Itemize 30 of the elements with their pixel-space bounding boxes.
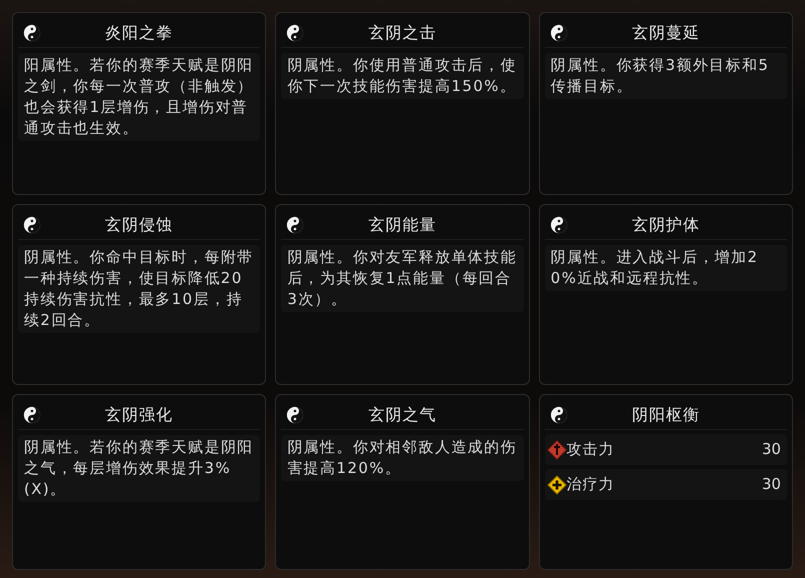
card-title: 玄阴强化 <box>104 404 174 426</box>
stat-value: 30 <box>762 474 782 496</box>
stat-value: 30 <box>762 439 782 460</box>
yin-yang-icon <box>286 406 304 424</box>
yin-yang-icon <box>286 216 304 234</box>
card-title: 玄阴护体 <box>630 214 701 236</box>
yin-yang-icon <box>23 406 41 424</box>
card-description: 阴属性。你对友军释放单体技能后，为其恢复1点能量（每回合3次）。 <box>287 247 518 310</box>
stat-label: 攻击力 <box>566 439 616 460</box>
yin-yang-icon <box>23 24 41 42</box>
card-title: 玄阴蔓延 <box>630 22 701 44</box>
yin-yang-icon <box>286 24 304 42</box>
card-title: 玄阴之击 <box>367 22 438 44</box>
stat-label: 治疗力 <box>566 474 616 496</box>
yin-yang-icon <box>550 406 568 424</box>
card-title: 玄阴能量 <box>367 214 438 236</box>
card-description: 阴属性。你命中目标时，每附带一种持续伤害，使目标降低20持续伤害抗性，最多10层，持续2回合。 <box>24 247 254 331</box>
card-title: 玄阴侵蚀 <box>104 214 174 236</box>
card-description: 阴属性。你对相邻敌人造成的伤害提高120%。 <box>287 437 518 479</box>
card-description: 阴属性。你获得3额外目标和5传播目标。 <box>550 55 770 97</box>
card-description: 阴属性。进入战斗后，增加20%近战和远程抗性。 <box>550 247 760 289</box>
card-description: 阳属性。若你的赛季天赋是阴阳之剑，你每一次普攻（非触发）也会获得1层增伤，且增伤对普通攻击也生效。 <box>24 55 254 139</box>
card-title: 阴阳枢衡 <box>630 404 701 426</box>
yin-yang-icon <box>550 216 568 234</box>
card-title: 玄阴之气 <box>367 404 438 426</box>
yin-yang-icon <box>23 216 41 234</box>
card-title: 炎阳之拳 <box>104 22 174 44</box>
card-description: 阴属性。若你的赛季天赋是阴阳之气，每层增伤效果提升3%(X)。 <box>24 437 254 500</box>
card-description: 阴属性。你使用普通攻击后，使你下一次技能伤害提高150%。 <box>287 55 518 97</box>
yin-yang-icon <box>550 24 568 42</box>
